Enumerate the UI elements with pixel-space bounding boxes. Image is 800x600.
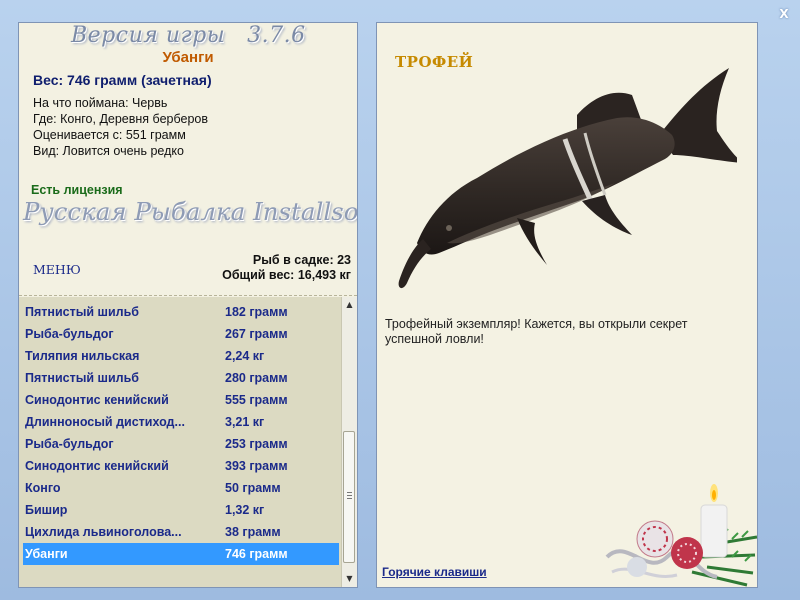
list-item[interactable]: Пятнистый шильб 182 грамм	[23, 301, 339, 323]
catch-fish-weight: 555 грамм	[225, 393, 288, 407]
grip-line	[347, 498, 352, 499]
list-item[interactable]: Конго 50 грамм	[23, 477, 339, 499]
list-item[interactable]: Бишир 1,32 кг	[23, 499, 339, 521]
catch-fish-name: Цихлида львиноголова...	[25, 525, 182, 539]
total-weight: Общий вес: 16,493 кг	[222, 268, 351, 282]
catch-fish-name: Пятнистый шильб	[25, 305, 139, 319]
catch-fish-name: Рыба-бульдог	[25, 437, 114, 451]
game-version: Версия игры 3.7.6	[71, 23, 306, 48]
trophy-description: Трофейный экземпляр! Кажется, вы открыли…	[385, 317, 688, 346]
menu-button[interactable]: МЕНЮ	[33, 262, 81, 277]
catch-fish-weight: 253 грамм	[225, 437, 288, 451]
catch-fish-weight: 746 грамм	[225, 547, 288, 561]
catch-fish-name: Пятнистый шильб	[25, 371, 139, 385]
catch-fish-name: Синодонтис кенийский	[25, 393, 169, 407]
version-number: 3.7.6	[247, 23, 306, 48]
close-icon[interactable]: X	[776, 6, 792, 22]
catch-fish-name: Длинноносый дистиход...	[25, 415, 185, 429]
fish-kind: Вид: Ловится очень редко	[33, 144, 184, 158]
catch-fish-weight: 50 грамм	[225, 481, 281, 495]
grip-line	[347, 495, 352, 496]
catch-fish-name: Конго	[25, 481, 61, 495]
list-item[interactable]: Рыба-бульдог 253 грамм	[23, 433, 339, 455]
scroll-thumb[interactable]	[343, 431, 355, 563]
elephantnose-fish-image	[398, 68, 737, 289]
catch-fish-weight: 38 грамм	[225, 525, 281, 539]
list-item[interactable]: Синодонтис кенийский 555 грамм	[23, 389, 339, 411]
fish-details: На что поймана: Червь Где: Конго, Деревн…	[33, 95, 208, 159]
catch-fish-name: Бишир	[25, 503, 68, 517]
catch-fish-weight: 1,32 кг	[225, 503, 265, 517]
catch-fish-name: Синодонтис кенийский	[25, 459, 169, 473]
catch-fish-weight: 2,24 кг	[225, 349, 265, 363]
list-item[interactable]: Длинноносый дистиход... 3,21 кг	[23, 411, 339, 433]
fish-name: Убанги	[162, 49, 214, 66]
list-item[interactable]: Убанги 746 грамм	[23, 543, 339, 565]
grip-line	[347, 492, 352, 493]
catch-fish-weight: 267 грамм	[225, 327, 288, 341]
catch-fish-weight: 393 грамм	[225, 459, 288, 473]
version-label: Версия игры	[71, 23, 226, 48]
hotkeys-link[interactable]: Горячие клавиши	[382, 565, 487, 579]
fish-info-panel: Версия игры 3.7.6 Убанги Вес: 746 грамм (…	[18, 22, 358, 588]
cage-stats: Рыб в садке: 23 Общий вес: 16,493 кг	[222, 253, 351, 283]
brand-logo: Русская Рыбалка Installsoft	[23, 197, 358, 226]
catch-fish-name: Тиляпия нильская	[25, 349, 140, 363]
list-item[interactable]: Цихлида львиноголова... 38 грамм	[23, 521, 339, 543]
catch-fish-name: Рыба-бульдог	[25, 327, 114, 341]
list-item[interactable]: Синодонтис кенийский 393 грамм	[23, 455, 339, 477]
caught-with: На что поймана: Червь	[33, 96, 168, 110]
catch-list: Пятнистый шильб 182 грамм Рыба-бульдог 267 …	[19, 297, 357, 587]
catch-fish-weight: 280 грамм	[225, 371, 288, 385]
catch-list-rows: Пятнистый шильб 182 грамм Рыба-бульдог 267 …	[23, 301, 339, 565]
license-status: Есть лицензия	[31, 183, 123, 197]
catch-fish-weight: 182 грамм	[225, 305, 288, 319]
list-item[interactable]: Пятнистый шильб 280 грамм	[23, 367, 339, 389]
fish-weight: Вес: 746 грамм (зачетная)	[33, 72, 212, 88]
rated-from: Оценивается с: 551 грамм	[33, 128, 186, 142]
list-item[interactable]: Рыба-бульдог 267 грамм	[23, 323, 339, 345]
scroll-down-icon[interactable]: ▼	[342, 571, 357, 587]
divider	[19, 295, 357, 296]
app-window: X Версия игры 3.7.6 Убанги Вес: 746 грамм…	[0, 0, 800, 600]
catch-fish-name: Убанги	[25, 547, 68, 561]
catch-location: Где: Конго, Деревня берберов	[33, 112, 208, 126]
list-scrollbar[interactable]: ▲ ▼	[341, 297, 357, 587]
catch-fish-weight: 3,21 кг	[225, 415, 265, 429]
scroll-up-icon[interactable]: ▲	[342, 297, 357, 313]
list-item[interactable]: Тиляпия нильская 2,24 кг	[23, 345, 339, 367]
fish-count: Рыб в садке: 23	[252, 253, 351, 267]
christmas-decoration-image	[605, 484, 757, 587]
trophy-panel: ТРОФЕЙ Трофейный экземпляр! Кажется, вы …	[376, 22, 758, 588]
